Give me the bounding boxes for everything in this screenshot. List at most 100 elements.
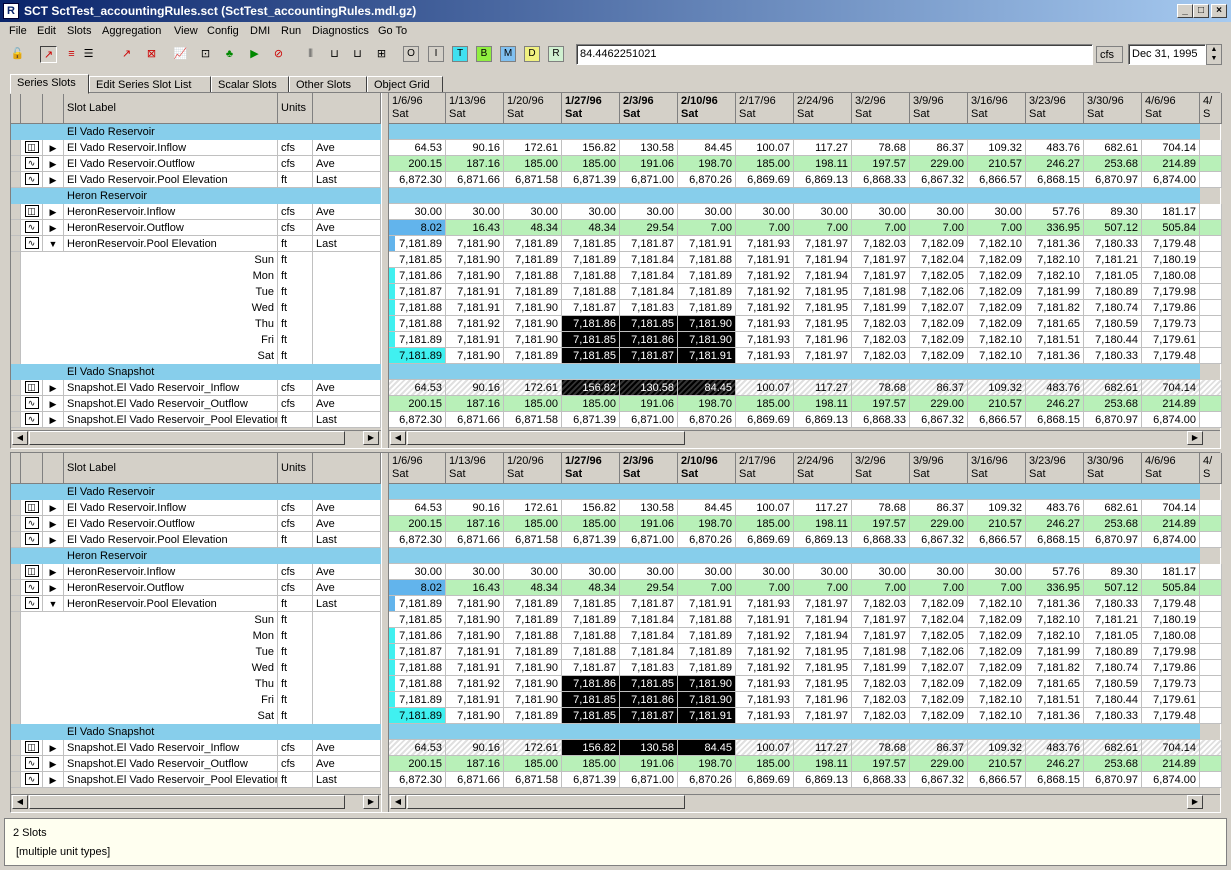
value-cell[interactable]: 6,874.00 xyxy=(1142,532,1200,548)
value-cell[interactable] xyxy=(1200,220,1222,236)
value-cell[interactable] xyxy=(1200,380,1222,396)
value-cell[interactable]: 7,181.89 xyxy=(389,692,446,708)
value-cell[interactable] xyxy=(1200,156,1222,172)
value-cell[interactable]: 6,874.00 xyxy=(1142,412,1200,428)
value-cell[interactable] xyxy=(1200,140,1222,156)
value-cell[interactable] xyxy=(1200,284,1222,300)
value-cell[interactable]: 7.00 xyxy=(968,580,1026,596)
scroll-left-arrow[interactable]: ◀ xyxy=(390,431,406,445)
value-cell[interactable]: 200.15 xyxy=(389,396,446,412)
value-cell[interactable]: 185.00 xyxy=(504,396,562,412)
value-cell[interactable]: 7,181.87 xyxy=(562,660,620,676)
filter-icon[interactable]: ≡ xyxy=(63,46,80,63)
value-cell[interactable]: 109.32 xyxy=(968,380,1026,396)
value-cell[interactable]: 172.61 xyxy=(504,740,562,756)
value-cell[interactable] xyxy=(1200,172,1222,188)
value-cell[interactable]: 84.45 xyxy=(678,140,736,156)
value-cell[interactable]: 7,179.86 xyxy=(1142,660,1200,676)
value-cell[interactable]: 7,182.07 xyxy=(910,300,968,316)
value-cell[interactable]: 7,181.92 xyxy=(736,268,794,284)
value-cell[interactable]: 253.68 xyxy=(1084,756,1142,772)
value-cell[interactable]: 7,182.07 xyxy=(910,660,968,676)
expand-arrow-icon[interactable]: ▶ xyxy=(43,532,64,548)
series-plot-icon[interactable]: ∿ xyxy=(21,172,43,188)
value-cell[interactable]: 7,181.95 xyxy=(794,300,852,316)
value-cell[interactable]: 7,181.93 xyxy=(736,332,794,348)
value-cell[interactable]: 78.68 xyxy=(852,740,910,756)
value-cell[interactable]: 7,182.09 xyxy=(910,348,968,364)
flag-i-button[interactable]: I xyxy=(428,46,444,62)
value-cell[interactable]: 7,181.65 xyxy=(1026,676,1084,692)
value-cell[interactable]: 7,181.87 xyxy=(620,236,678,252)
value-cell[interactable]: 7,181.97 xyxy=(794,348,852,364)
value-cell[interactable]: 7,182.10 xyxy=(968,708,1026,724)
value-cell[interactable]: 7,182.05 xyxy=(910,268,968,284)
slot-row[interactable]: ◫ ▶ HeronReservoir.Inflow cfs Ave xyxy=(11,564,381,580)
chart-icon[interactable]: 📈 xyxy=(172,46,189,63)
value-cell[interactable]: 6,866.57 xyxy=(968,772,1026,788)
value-cell[interactable]: 7,180.59 xyxy=(1084,676,1142,692)
value-cell[interactable]: 7,181.89 xyxy=(504,348,562,364)
value-cell[interactable]: 64.53 xyxy=(389,740,446,756)
date-header[interactable]: 2/17/96 Sat xyxy=(736,93,794,124)
value-cell[interactable]: 704.14 xyxy=(1142,140,1200,156)
value-cell[interactable]: 6,871.58 xyxy=(504,772,562,788)
value-cell[interactable]: 7,181.86 xyxy=(562,316,620,332)
value-cell[interactable]: 246.27 xyxy=(1026,396,1084,412)
value-cell[interactable]: 7,182.09 xyxy=(910,236,968,252)
value-cell[interactable]: 7,181.87 xyxy=(620,708,678,724)
value-cell[interactable]: 7,182.09 xyxy=(968,252,1026,268)
value-cell[interactable]: 210.57 xyxy=(968,156,1026,172)
value-cell[interactable]: 7,181.90 xyxy=(678,316,736,332)
value-cell[interactable] xyxy=(1200,516,1222,532)
value-cell[interactable]: 172.61 xyxy=(504,500,562,516)
value-cell[interactable]: 229.00 xyxy=(910,516,968,532)
delete-icon[interactable]: ⊠ xyxy=(143,46,160,63)
date-header[interactable]: 3/2/96 Sat xyxy=(852,453,910,484)
day-row[interactable]: Sat ft xyxy=(11,348,381,364)
value-cell[interactable]: 84.45 xyxy=(678,740,736,756)
scroll-right-arrow[interactable]: ▶ xyxy=(1187,431,1203,445)
value-cell[interactable]: 7,181.85 xyxy=(562,692,620,708)
value-cell[interactable]: 7,180.33 xyxy=(1084,348,1142,364)
date-header[interactable]: 4/S xyxy=(1200,93,1222,124)
value-cell[interactable]: 198.11 xyxy=(794,516,852,532)
open-icon[interactable]: ↗ xyxy=(118,46,135,63)
value-cell[interactable]: 6,871.00 xyxy=(620,772,678,788)
value-cell[interactable]: 6,871.39 xyxy=(562,532,620,548)
value-cell[interactable]: 7,181.97 xyxy=(852,628,910,644)
value-cell[interactable]: 198.11 xyxy=(794,756,852,772)
value-cell[interactable]: 78.68 xyxy=(852,500,910,516)
value-cell[interactable]: 6,871.39 xyxy=(562,172,620,188)
series-plot-icon[interactable]: ∿ xyxy=(21,580,43,596)
value-cell[interactable]: 6,868.33 xyxy=(852,172,910,188)
value-cell[interactable] xyxy=(1200,772,1222,788)
value-cell[interactable]: 7,179.61 xyxy=(1142,332,1200,348)
value-cell[interactable]: 7,179.48 xyxy=(1142,596,1200,612)
tab-series-slots[interactable]: Series Slots xyxy=(10,74,89,94)
value-cell[interactable]: 7.00 xyxy=(736,220,794,236)
value-cell[interactable]: 7,180.44 xyxy=(1084,692,1142,708)
value-cell[interactable]: 172.61 xyxy=(504,380,562,396)
day-row[interactable]: Sat ft xyxy=(11,708,381,724)
scroll-right-arrow[interactable]: ▶ xyxy=(363,795,379,809)
value-cell[interactable]: 30.00 xyxy=(794,564,852,580)
value-cell[interactable]: 198.11 xyxy=(794,396,852,412)
value-cell[interactable]: 7,182.09 xyxy=(968,660,1026,676)
series-plot-icon[interactable]: ∿ xyxy=(21,756,43,772)
date-header[interactable]: 2/3/96 Sat xyxy=(620,453,678,484)
value-cell[interactable]: 7,182.03 xyxy=(852,332,910,348)
value-cell[interactable]: 7,182.09 xyxy=(910,708,968,724)
value-cell[interactable]: 30.00 xyxy=(852,204,910,220)
value-cell[interactable]: 7,181.65 xyxy=(1026,316,1084,332)
run-person-icon[interactable]: ♣ xyxy=(221,46,238,63)
value-cell[interactable]: 7.00 xyxy=(968,220,1026,236)
value-cell[interactable]: 210.57 xyxy=(968,396,1026,412)
value-cell[interactable]: 7,180.59 xyxy=(1084,316,1142,332)
value-cell[interactable]: 7,181.85 xyxy=(562,596,620,612)
value-cell[interactable]: 198.70 xyxy=(678,396,736,412)
value-cell[interactable]: 7,181.89 xyxy=(678,268,736,284)
date-header[interactable]: 3/16/96 Sat xyxy=(968,93,1026,124)
value-cell[interactable]: 7,182.09 xyxy=(968,676,1026,692)
value-cell[interactable]: 7,181.90 xyxy=(504,660,562,676)
